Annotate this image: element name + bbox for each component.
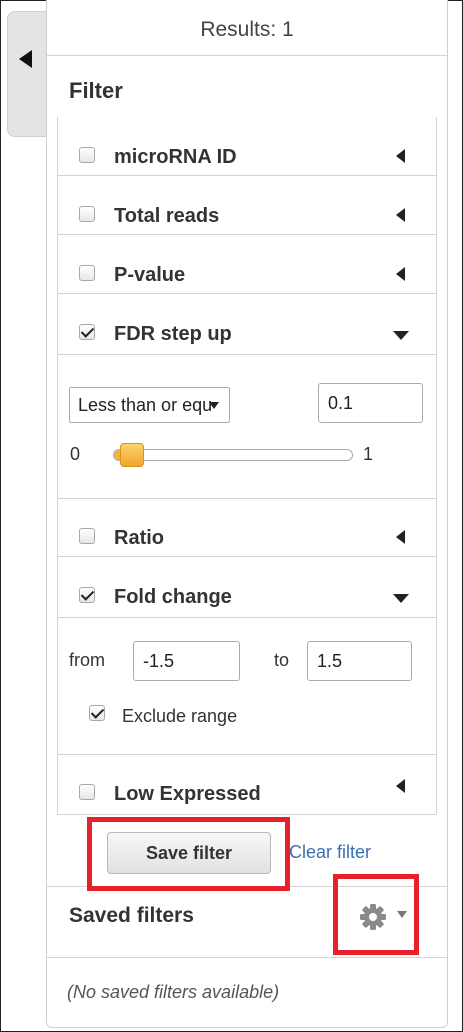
- no-saved-filters-message: (No saved filters available): [67, 982, 280, 1002]
- fdr-value-input[interactable]: 0.1: [318, 383, 423, 423]
- filter-label: Ratio: [114, 527, 164, 549]
- ratio-checkbox[interactable]: [79, 528, 95, 544]
- low-expressed-checkbox[interactable]: [79, 784, 95, 800]
- fdr-operator-value: Less than or equ: [78, 395, 213, 415]
- expand-left-icon[interactable]: [396, 530, 405, 544]
- expand-left-icon[interactable]: [396, 267, 405, 281]
- collapse-panel-tab[interactable]: [7, 11, 46, 137]
- filter-label: microRNA ID: [114, 146, 237, 168]
- fdr-slider-track[interactable]: [113, 449, 353, 461]
- clear-filter-link[interactable]: Clear filter: [289, 842, 371, 863]
- filter-row-ratio[interactable]: Ratio: [58, 498, 436, 557]
- collapse-left-icon: [19, 50, 32, 68]
- collapse-down-icon[interactable]: [393, 331, 409, 340]
- filter-list: microRNA ID Total reads P-value FDR step…: [57, 117, 437, 815]
- p-value-checkbox[interactable]: [79, 265, 95, 281]
- dropdown-arrow-icon: [209, 402, 219, 409]
- fdr-step-up-checkbox[interactable]: [79, 324, 95, 340]
- microrna-id-checkbox[interactable]: [79, 147, 95, 163]
- filter-row-p-value[interactable]: P-value: [58, 235, 436, 294]
- gear-highlight-box: [333, 874, 419, 955]
- fdr-slider-handle[interactable]: [120, 443, 144, 467]
- slider-min-label: 0: [70, 444, 81, 464]
- divider: [47, 55, 447, 56]
- filter-label: Low Expressed: [114, 783, 261, 805]
- filter-row-fdr-step-up[interactable]: FDR step up: [58, 294, 436, 352]
- to-label: to: [274, 650, 290, 670]
- save-filter-highlight-box: [87, 817, 290, 891]
- saved-filters-title: Saved filters: [69, 904, 194, 927]
- total-reads-checkbox[interactable]: [79, 206, 95, 222]
- divider: [58, 617, 436, 618]
- expand-left-icon[interactable]: [396, 208, 405, 222]
- results-count: Results: 1: [200, 18, 294, 41]
- filter-row-low-expressed[interactable]: Low Expressed: [58, 754, 436, 812]
- divider: [47, 957, 447, 958]
- exclude-range-checkbox[interactable]: [89, 705, 105, 721]
- filter-row-fold-change[interactable]: Fold change: [58, 557, 436, 615]
- fold-change-from-input[interactable]: -1.5: [133, 641, 240, 681]
- filter-title: Filter: [69, 78, 123, 103]
- from-label: from: [69, 650, 105, 670]
- fdr-operator-select[interactable]: Less than or equ: [69, 387, 230, 423]
- fold-change-checkbox[interactable]: [79, 587, 95, 603]
- filter-row-microrna-id[interactable]: microRNA ID: [58, 117, 436, 176]
- expand-left-icon[interactable]: [396, 149, 405, 163]
- divider: [58, 354, 436, 355]
- expand-left-icon[interactable]: [396, 779, 405, 793]
- filter-label: P-value: [114, 264, 186, 286]
- filter-label: Fold change: [114, 586, 232, 608]
- filter-label: Total reads: [114, 205, 220, 227]
- collapse-down-icon[interactable]: [393, 594, 409, 603]
- slider-max-label: 1: [363, 444, 374, 464]
- fold-change-to-input[interactable]: 1.5: [307, 641, 412, 681]
- filter-row-total-reads[interactable]: Total reads: [58, 176, 436, 235]
- filter-label: FDR step up: [114, 323, 232, 345]
- exclude-range-label: Exclude range: [122, 706, 238, 726]
